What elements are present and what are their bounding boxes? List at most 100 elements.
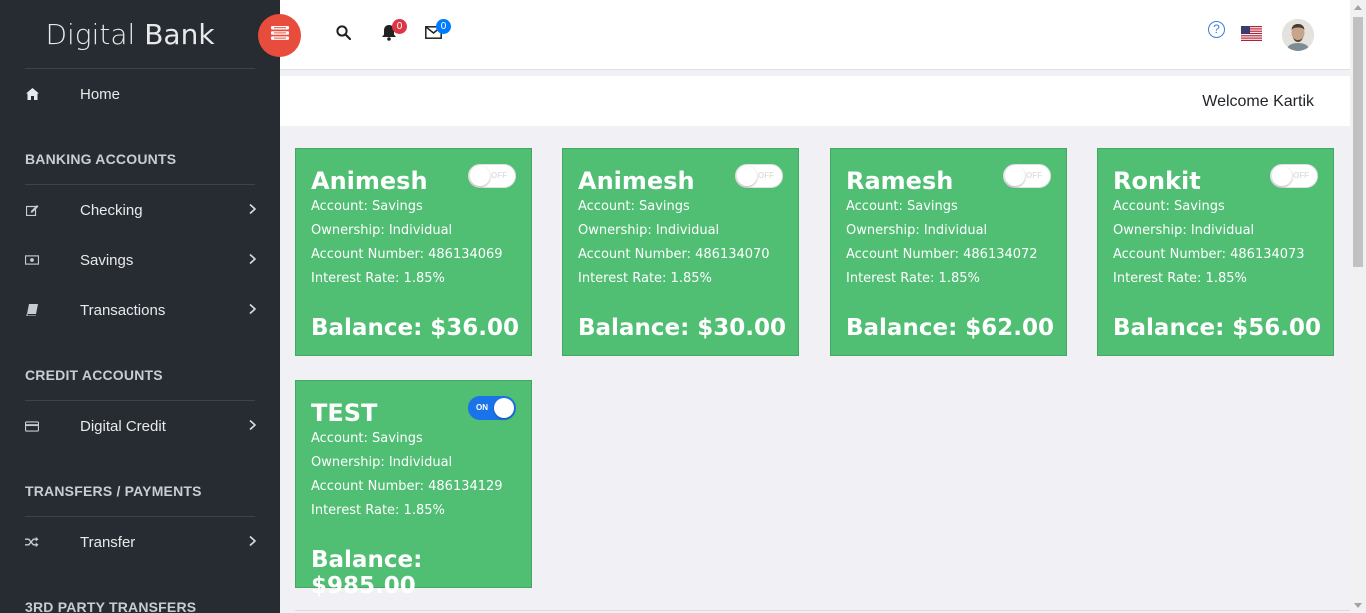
account-balance: Balance: $56.00 [1113, 315, 1322, 341]
account-toggle[interactable]: ON [468, 396, 516, 420]
menu-toggle-icon [270, 26, 289, 45]
account-card[interactable]: Ronkit OFF Account: Savings Ownership: I… [1097, 148, 1334, 356]
scroll-up-arrow-icon[interactable] [1354, 5, 1362, 10]
interest-rate: Interest Rate: 1.85% [578, 271, 712, 286]
account-holder-name: Ronkit [1113, 167, 1201, 195]
toggle-knob [1272, 166, 1292, 186]
toggle-label: OFF [758, 171, 774, 180]
sidebar-item-checking[interactable]: Checking [0, 185, 280, 235]
welcome-text: Welcome Kartik [1202, 93, 1314, 110]
credit-card-icon [25, 419, 39, 433]
account-holder-name: Animesh [311, 167, 428, 195]
page-scrollbar[interactable] [1350, 0, 1366, 613]
account-toggle[interactable]: OFF [468, 164, 516, 188]
account-card[interactable]: Animesh OFF Account: Savings Ownership: … [562, 148, 799, 356]
account-balance: Balance: $36.00 [311, 315, 520, 341]
account-ownership: Ownership: Individual [846, 223, 988, 238]
sidebar-item-transfer[interactable]: Transfer [0, 517, 280, 567]
sidebar-item-label: Home [80, 85, 121, 103]
brand-bold: Bank [144, 18, 215, 51]
account-holder-name: Ramesh [846, 167, 954, 195]
sidebar-item-label: Savings [80, 251, 134, 269]
account-holder-name: TEST [311, 399, 378, 427]
account-balance: Balance: $62.00 [846, 315, 1055, 341]
toggle-label: ON [476, 403, 488, 412]
sidebar-item-label: Transfer [80, 533, 136, 551]
sidebar-item-home[interactable]: Home [0, 69, 280, 119]
messages-button[interactable]: 0 [422, 19, 451, 46]
account-holder-name: Animesh [578, 167, 695, 195]
account-toggle[interactable]: OFF [735, 164, 783, 188]
chevron-right-icon [249, 418, 257, 435]
section-title-third-party: 3RD PARTY TRANSFERS [25, 599, 197, 613]
interest-rate: Interest Rate: 1.85% [1113, 271, 1247, 286]
scroll-down-arrow-icon[interactable] [1354, 603, 1362, 608]
toggle-label: OFF [1026, 171, 1042, 180]
sidebar: Digital Bank Home BANKING ACCOUNTS Check… [0, 0, 280, 613]
interest-rate: Interest Rate: 1.85% [311, 271, 445, 286]
sidebar-item-label: Digital Credit [80, 417, 166, 435]
toggle-knob [494, 398, 514, 418]
sidebar-item-digital-credit[interactable]: Digital Credit [0, 401, 280, 451]
account-ownership: Ownership: Individual [311, 223, 453, 238]
menu-toggle-button[interactable] [258, 14, 301, 57]
account-number: Account Number: 486134073 [1113, 247, 1305, 262]
account-toggle[interactable]: OFF [1270, 164, 1318, 188]
toggle-knob [1005, 166, 1025, 186]
content-divider [295, 610, 1350, 611]
toggle-knob [470, 166, 490, 186]
notifications-button[interactable]: 0 [378, 19, 407, 46]
scroll-thumb[interactable] [1353, 17, 1363, 267]
section-title-transfers: TRANSFERS / PAYMENTS [25, 483, 202, 499]
account-ownership: Ownership: Individual [1113, 223, 1255, 238]
account-type: Account: Savings [311, 431, 423, 446]
chevron-right-icon [249, 202, 257, 219]
account-number: Account Number: 486134072 [846, 247, 1038, 262]
sidebar-item-savings[interactable]: Savings [0, 235, 280, 285]
account-card[interactable]: Animesh OFF Account: Savings Ownership: … [295, 148, 532, 356]
account-ownership: Ownership: Individual [578, 223, 720, 238]
account-type: Account: Savings [1113, 199, 1225, 214]
sidebar-item-transactions[interactable]: Transactions [0, 285, 280, 335]
account-type: Account: Savings [846, 199, 958, 214]
chevron-right-icon [249, 252, 257, 269]
help-icon[interactable]: ? [1208, 21, 1225, 38]
account-balance: Balance: $985.00 [311, 547, 423, 599]
toggle-knob [737, 166, 757, 186]
section-title-banking: BANKING ACCOUNTS [25, 151, 177, 167]
topbar: 0 0 ? [258, 0, 1350, 70]
chevron-right-icon [249, 534, 257, 551]
account-type: Account: Savings [578, 199, 690, 214]
account-ownership: Ownership: Individual [311, 455, 453, 470]
brand-light: Digital [45, 18, 136, 51]
toggle-label: OFF [1293, 171, 1309, 180]
interest-rate: Interest Rate: 1.85% [846, 271, 980, 286]
account-number: Account Number: 486134070 [578, 247, 770, 262]
toggle-label: OFF [491, 171, 507, 180]
account-number: Account Number: 486134069 [311, 247, 503, 262]
interest-rate: Interest Rate: 1.85% [311, 503, 445, 518]
messages-badge: 0 [436, 19, 451, 34]
home-icon [25, 87, 39, 101]
welcome-bar: Welcome Kartik [280, 76, 1350, 126]
account-number: Account Number: 486134129 [311, 479, 503, 494]
money-icon [25, 253, 39, 267]
shuffle-icon [25, 535, 39, 549]
brand-logo[interactable]: Digital Bank [0, 0, 280, 68]
section-title-credit: CREDIT ACCOUNTS [25, 367, 163, 383]
notifications-badge: 0 [392, 19, 407, 34]
search-icon [335, 25, 351, 45]
account-card[interactable]: Ramesh OFF Account: Savings Ownership: I… [830, 148, 1067, 356]
us-flag-icon[interactable] [1241, 26, 1262, 41]
search-button[interactable] [332, 24, 354, 46]
account-toggle[interactable]: OFF [1003, 164, 1051, 188]
avatar[interactable] [1282, 19, 1314, 51]
account-type: Account: Savings [311, 199, 423, 214]
account-card[interactable]: TEST ON Account: Savings Ownership: Indi… [295, 380, 532, 599]
sidebar-item-label: Transactions [80, 301, 166, 319]
edit-icon [25, 203, 39, 217]
account-balance: Balance: $30.00 [578, 315, 787, 341]
sidebar-item-label: Checking [80, 201, 143, 219]
book-icon [25, 303, 39, 317]
chevron-right-icon [249, 302, 257, 319]
